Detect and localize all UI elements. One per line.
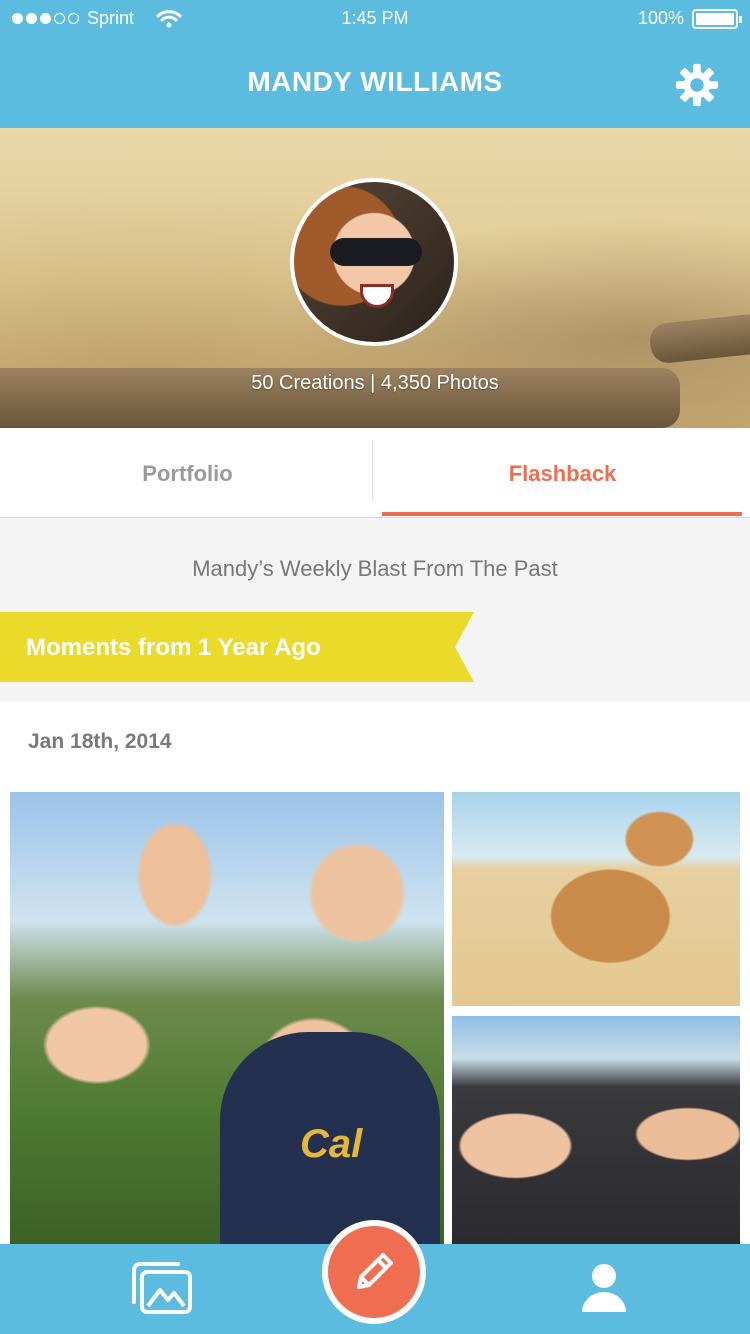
moment-date: Jan 18th, 2014 xyxy=(28,730,172,753)
profile-icon[interactable] xyxy=(580,1262,628,1314)
battery-percent: 100% xyxy=(637,8,684,28)
moments-banner-label: Moments from 1 Year Ago xyxy=(26,634,321,661)
status-right: 100% xyxy=(637,8,742,29)
avatar[interactable] xyxy=(290,178,458,346)
tab-portfolio[interactable]: Portfolio xyxy=(0,428,375,518)
photo-group-friends[interactable]: Cal xyxy=(10,792,444,1252)
shirt-logo: Cal xyxy=(300,1122,363,1166)
gear-icon[interactable] xyxy=(674,62,720,108)
flashback-subtitle: Mandy’s Weekly Blast From The Past xyxy=(192,556,558,581)
smile xyxy=(360,284,394,308)
photo-dog[interactable] xyxy=(452,792,740,1006)
profile-tabs: Portfolio Flashback xyxy=(0,428,750,518)
profile-stats: 50 Creations | 4,350 Photos xyxy=(251,372,499,394)
photo-car-selfie[interactable] xyxy=(452,1016,740,1252)
create-button[interactable] xyxy=(322,1220,426,1324)
moments-card: Jan 18th, 2014 Cal xyxy=(0,702,750,1262)
status-bar: Sprint 1:45 PM 100% xyxy=(0,0,750,40)
tab-divider xyxy=(372,440,373,502)
moments-banner: Moments from 1 Year Ago xyxy=(0,612,474,682)
gallery-icon[interactable] xyxy=(130,1260,194,1316)
tab-selected-indicator xyxy=(382,512,742,516)
profile-cover: 50 Creations | 4,350 Photos xyxy=(0,128,750,428)
tab-flashback[interactable]: Flashback xyxy=(375,428,750,518)
sunglasses xyxy=(330,238,422,266)
top-bar: Sprint 1:45 PM 100% MANDY WILLIAMS xyxy=(0,0,750,128)
battery-icon xyxy=(692,8,742,29)
driftwood-log xyxy=(648,311,750,365)
page-title: MANDY WILLIAMS xyxy=(247,66,503,97)
pencil-icon xyxy=(357,1253,393,1289)
